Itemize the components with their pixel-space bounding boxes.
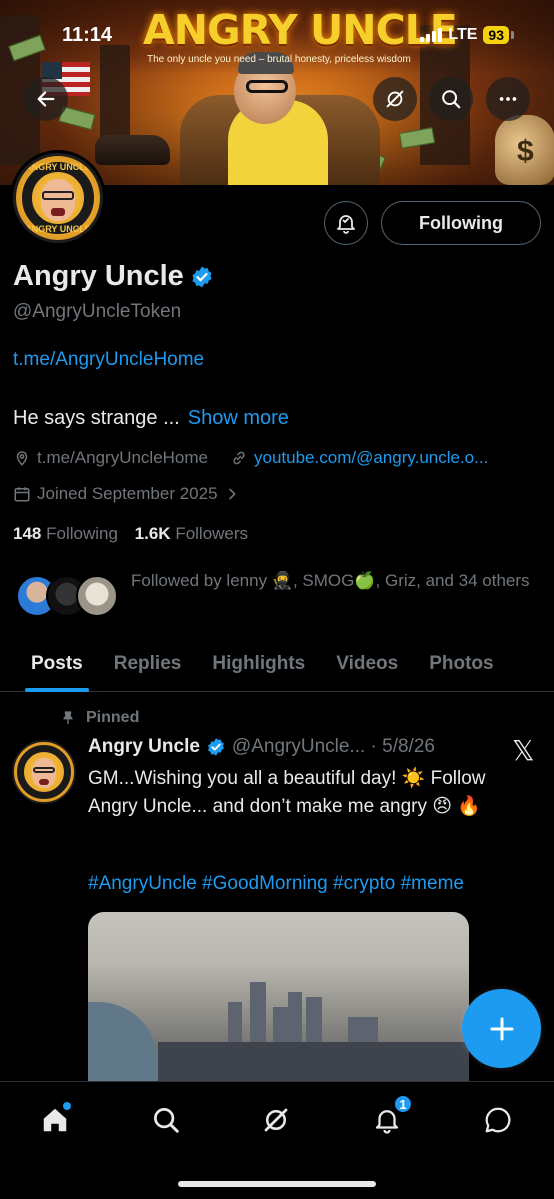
- home-indicator: [178, 1181, 376, 1187]
- banner-tagline: The only uncle you need – brutal honesty…: [147, 54, 411, 65]
- post-avatar[interactable]: [12, 740, 76, 804]
- post-text: GM...Wishing you all a beautiful day! ☀️…: [88, 768, 486, 817]
- tab-photos[interactable]: Photos: [429, 636, 493, 692]
- nav-grok[interactable]: [256, 1100, 296, 1140]
- followers-count-link[interactable]: 1.6K Followers: [135, 524, 248, 543]
- profile-avatar[interactable]: ANGRY UNCLE ANGRY UNCLE: [10, 150, 106, 246]
- follow-counts: 148 Following 1.6K Followers: [13, 524, 248, 544]
- calendar-icon: [14, 487, 30, 502]
- profile-tabs: Posts Replies Highlights Videos Photos: [0, 636, 554, 692]
- pinned-label-row: Pinned: [60, 709, 139, 727]
- post-avatar-image: [12, 740, 76, 804]
- bio-link[interactable]: t.me/AngryUncleHome: [13, 349, 204, 371]
- tab-replies[interactable]: Replies: [114, 636, 182, 692]
- home-new-dot: [63, 1102, 71, 1110]
- joined-date: Joined September 2025: [37, 484, 218, 503]
- notify-icon: [337, 215, 355, 234]
- status-indicators: LTE 93: [420, 26, 514, 44]
- pin-icon: [63, 711, 73, 724]
- tab-highlights[interactable]: Highlights: [212, 636, 305, 692]
- display-name: Angry Uncle: [13, 260, 184, 292]
- bio: He says strange ... Show more: [13, 407, 289, 430]
- following-count-link[interactable]: 148 Following: [13, 524, 118, 543]
- banner-uncle-glasses: [246, 80, 288, 93]
- tab-posts[interactable]: Posts: [25, 636, 89, 692]
- compose-button[interactable]: [462, 989, 541, 1068]
- x-logo-icon[interactable]: 𝕏: [512, 734, 535, 767]
- link-icon: [233, 451, 245, 465]
- messages-icon: [485, 1107, 511, 1133]
- post-header: Angry Uncle @AngryUncle... · 5/8/26: [88, 736, 435, 758]
- image-water: [88, 1002, 158, 1087]
- nav-search[interactable]: [146, 1100, 186, 1140]
- following-button[interactable]: Following: [381, 201, 541, 245]
- following-count: 148: [13, 524, 42, 543]
- avatar-mouth: [39, 779, 49, 785]
- signal-icon: [420, 28, 443, 42]
- followers-count: 1.6K: [134, 524, 171, 543]
- followed-by-text[interactable]: Followed by lenny 🥷, SMOG🍏, Griz, and 34…: [131, 567, 541, 594]
- search-icon: [442, 90, 461, 109]
- battery-level: 93: [483, 26, 509, 44]
- banner-title: ANGRY UNCLE: [143, 6, 458, 54]
- following-count-label: Following: [46, 524, 118, 543]
- post-hashtags[interactable]: #AngryUncle #GoodMorning #crypto #meme: [88, 873, 464, 895]
- verified-badge-icon: [208, 738, 224, 756]
- banner-dollar-sign: $: [517, 135, 534, 168]
- status-time: 11:14: [62, 24, 113, 46]
- network-label: LTE: [448, 26, 478, 43]
- plus-icon: [490, 1017, 513, 1040]
- verified-badge-icon[interactable]: [190, 265, 214, 289]
- avatar-image: ANGRY UNCLE ANGRY UNCLE: [13, 153, 103, 243]
- back-button[interactable]: [24, 77, 68, 121]
- tab-videos[interactable]: Videos: [336, 636, 398, 692]
- profile-meta-row: t.me/AngryUncleHome youtube.com/@angry.u…: [13, 448, 488, 468]
- more-icon: [499, 97, 517, 101]
- notifications-badge: 1: [393, 1094, 413, 1114]
- profile-handle: @AngryUncleToken: [13, 301, 182, 322]
- nav-messages[interactable]: [478, 1100, 518, 1140]
- battery-tip: [511, 31, 514, 39]
- profile-name-row: Angry Uncle: [13, 260, 214, 293]
- post-handle-date: @AngryUncle... · 5/8/26: [231, 736, 435, 757]
- banner-car: [95, 135, 170, 165]
- search-icon: [154, 1108, 179, 1133]
- search-button[interactable]: [429, 77, 473, 121]
- avatar-glasses: [42, 191, 74, 200]
- joined-row[interactable]: Joined September 2025: [13, 484, 246, 504]
- more-button[interactable]: [486, 77, 530, 121]
- follower-avatar: [76, 575, 118, 617]
- grok-icon: [264, 1108, 288, 1132]
- profile-website-link[interactable]: youtube.com/@angry.uncle.o...: [254, 448, 488, 468]
- nav-notifications[interactable]: 1: [367, 1094, 413, 1140]
- location-icon: [16, 451, 28, 466]
- avatar-ring-text-bottom: ANGRY UNCLE: [25, 224, 91, 234]
- post-image[interactable]: [88, 912, 469, 1087]
- grok-button[interactable]: [373, 77, 417, 121]
- avatar-mouth: [51, 208, 65, 216]
- show-more-link[interactable]: Show more: [188, 407, 289, 429]
- grok-icon: [386, 90, 404, 108]
- followed-by-avatars[interactable]: [16, 575, 126, 619]
- notifications-toggle-button[interactable]: [324, 201, 368, 245]
- post-author-name[interactable]: Angry Uncle: [88, 736, 200, 758]
- avatar-ring-text-top: ANGRY UNCLE: [25, 162, 91, 172]
- bottom-navigation: 1: [0, 1081, 554, 1199]
- back-arrow-icon: [37, 91, 55, 107]
- nav-home[interactable]: [35, 1100, 75, 1140]
- pinned-label: Pinned: [86, 709, 140, 726]
- avatar-glasses: [32, 767, 56, 774]
- profile-location: t.me/AngryUncleHome: [37, 448, 209, 467]
- bio-text: He says strange ...: [13, 407, 180, 429]
- followers-count-label: Followers: [175, 524, 249, 543]
- chevron-right-icon: [228, 488, 236, 500]
